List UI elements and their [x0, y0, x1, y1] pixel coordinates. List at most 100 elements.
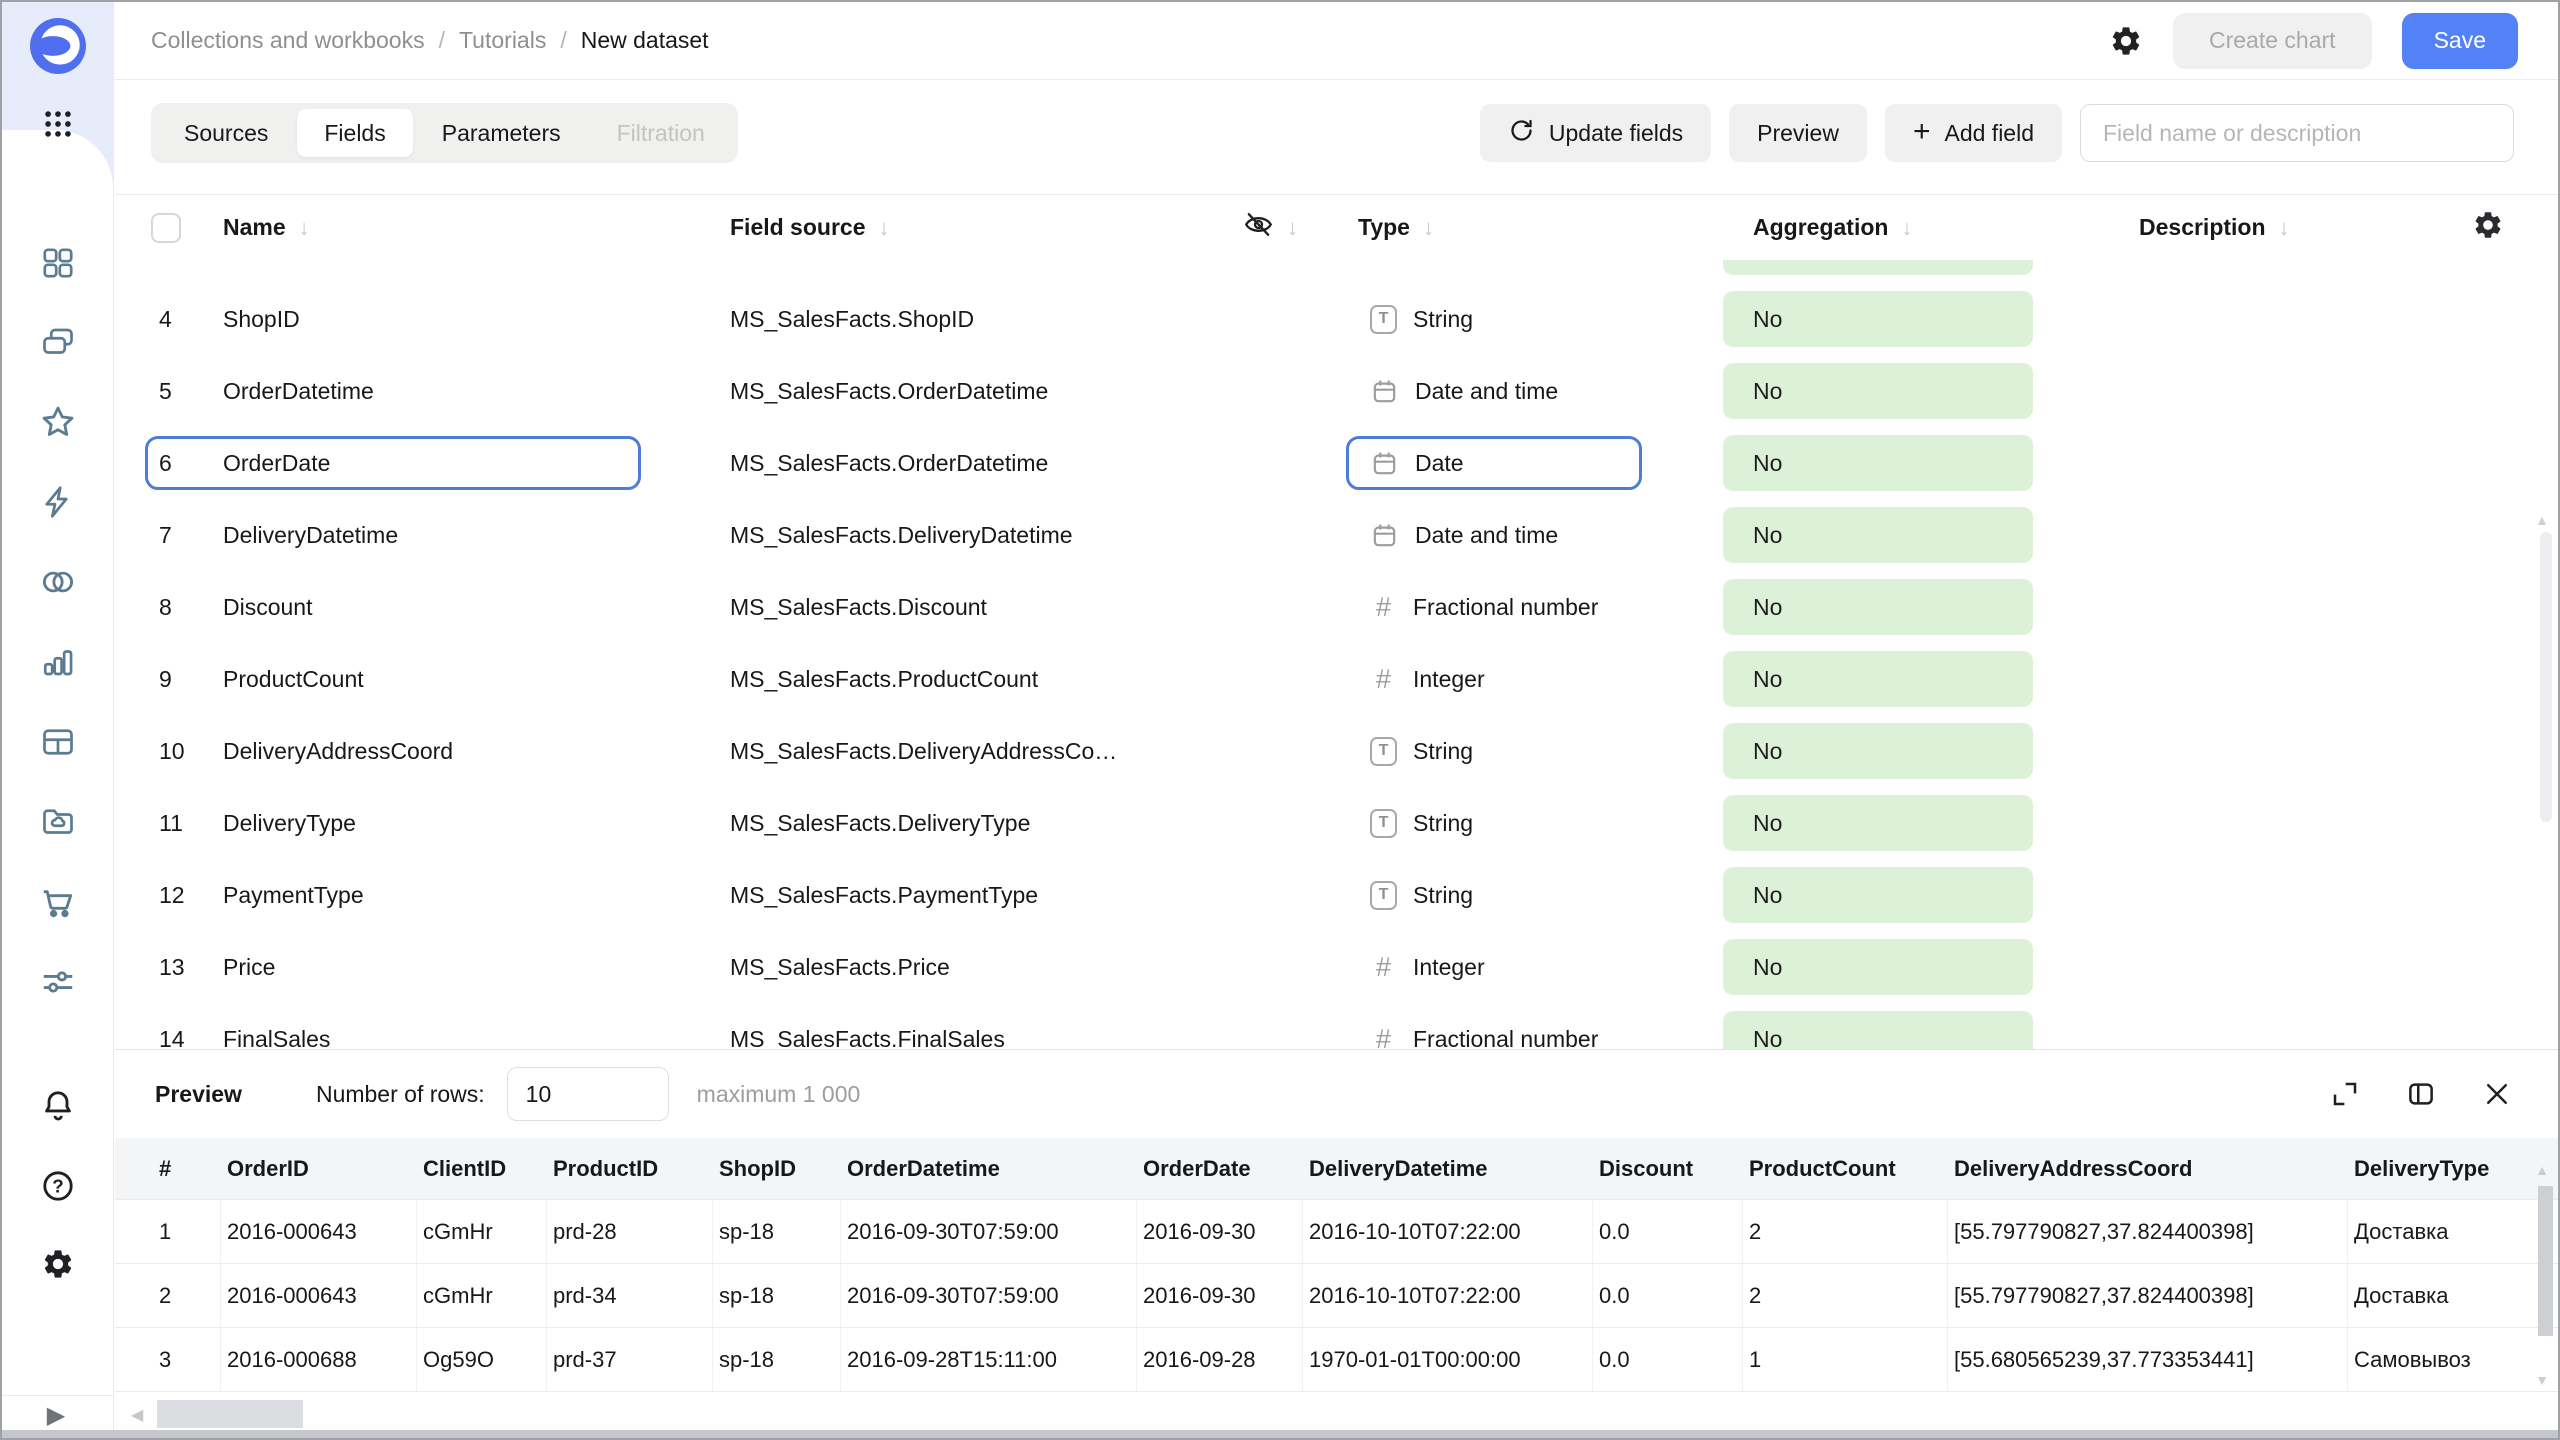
field-name[interactable]: DeliveryType — [223, 810, 730, 837]
column-header-type[interactable]: Type↓ — [1358, 214, 1703, 241]
preview-vertical-scrollbar[interactable] — [2538, 1186, 2553, 1336]
save-button[interactable]: Save — [2402, 13, 2518, 69]
field-type-select[interactable]: T String — [1358, 881, 1703, 910]
field-row[interactable]: 8 Discount MS_SalesFacts.Discount # Frac… — [115, 571, 2558, 643]
field-source[interactable]: MS_SalesFacts.OrderDatetime — [730, 378, 1243, 405]
aggregation-select[interactable]: No — [1723, 435, 2033, 491]
preview-col-header[interactable]: DeliveryAddressCoord — [1948, 1156, 2348, 1182]
settings-gear-icon[interactable] — [41, 1247, 75, 1281]
close-preview-icon[interactable] — [2482, 1079, 2512, 1109]
bolt-icon[interactable] — [40, 484, 76, 520]
tab-parameters[interactable]: Parameters — [415, 109, 588, 157]
fields-vertical-scrollbar[interactable] — [2540, 532, 2552, 822]
field-row[interactable]: 5 OrderDatetime MS_SalesFacts.OrderDatet… — [115, 355, 2558, 427]
field-type-select[interactable]: # Integer — [1358, 664, 1703, 695]
preview-col-header[interactable]: ProductID — [547, 1156, 713, 1182]
field-row[interactable]: 10 DeliveryAddressCoord MS_SalesFacts.De… — [115, 715, 2558, 787]
tab-fields[interactable]: Fields — [297, 109, 412, 157]
preview-col-header[interactable]: OrderDate — [1137, 1156, 1303, 1182]
field-name[interactable]: PaymentType — [223, 882, 730, 909]
preview-col-header[interactable]: ClientID — [417, 1156, 547, 1182]
field-source[interactable]: MS_SalesFacts.OrderDatetime — [730, 450, 1243, 477]
preview-col-header[interactable]: Discount — [1593, 1156, 1743, 1182]
expand-preview-icon[interactable] — [2330, 1079, 2360, 1109]
preview-col-header[interactable]: DeliveryType — [2348, 1156, 2558, 1182]
datalens-logo-icon[interactable] — [29, 17, 87, 75]
field-source[interactable]: MS_SalesFacts.ProductCount — [730, 666, 1243, 693]
field-source[interactable]: MS_SalesFacts.Discount — [730, 594, 1243, 621]
preview-horizontal-scrollbar[interactable]: ◀ — [115, 1397, 2558, 1431]
field-type-select[interactable]: T String — [1358, 737, 1703, 766]
aggregation-select[interactable]: No — [1723, 1011, 2033, 1049]
aggregation-select[interactable]: No — [1723, 939, 2033, 995]
circles-icon[interactable] — [39, 563, 77, 601]
aggregation-select[interactable]: No — [1723, 723, 2033, 779]
field-row[interactable]: 7 DeliveryDatetime MS_SalesFacts.Deliver… — [115, 499, 2558, 571]
field-type-select[interactable]: T String — [1358, 809, 1703, 838]
rows-count-input[interactable] — [507, 1067, 669, 1121]
cart-icon[interactable] — [39, 883, 77, 921]
dataset-settings-gear-icon[interactable] — [2109, 24, 2143, 58]
aggregation-select[interactable]: No — [1723, 867, 2033, 923]
add-field-button[interactable]: + Add field — [1885, 104, 2062, 162]
field-name[interactable]: ShopID — [223, 306, 730, 333]
field-source[interactable]: MS_SalesFacts.PaymentType — [730, 882, 1243, 909]
field-type-select[interactable]: Date and time — [1358, 521, 1703, 550]
preview-col-header[interactable]: # — [151, 1156, 221, 1182]
split-view-icon[interactable] — [2406, 1079, 2436, 1109]
field-row[interactable]: 12 PaymentType MS_SalesFacts.PaymentType… — [115, 859, 2558, 931]
scroll-down-icon[interactable]: ▼ — [2535, 1372, 2549, 1388]
field-source[interactable]: MS_SalesFacts.DeliveryAddressCo… — [730, 738, 1243, 765]
field-row[interactable]: 9 ProductCount MS_SalesFacts.ProductCoun… — [115, 643, 2558, 715]
preview-col-header[interactable]: OrderID — [221, 1156, 417, 1182]
table-icon[interactable] — [40, 724, 76, 760]
aggregation-select[interactable]: No — [1723, 363, 2033, 419]
folder-cloud-icon[interactable] — [40, 804, 76, 840]
field-type-select[interactable]: # Integer — [1358, 952, 1703, 983]
field-row[interactable]: 14 FinalSales MS_SalesFacts.FinalSales #… — [115, 1003, 2558, 1049]
aggregation-select[interactable]: No — [1723, 651, 2033, 707]
field-source[interactable]: MS_SalesFacts.DeliveryType — [730, 810, 1243, 837]
column-header-description[interactable]: Description↓ — [2083, 209, 2558, 247]
copies-icon[interactable] — [40, 324, 76, 360]
column-header-visibility[interactable]: ↓ — [1243, 209, 1358, 246]
field-name[interactable]: ProductCount — [223, 666, 730, 693]
field-source[interactable]: MS_SalesFacts.Price — [730, 954, 1243, 981]
field-type-select[interactable]: # Fractional number — [1358, 1024, 1703, 1050]
preview-col-header[interactable]: ProductCount — [1743, 1156, 1948, 1182]
all-services-grid-icon[interactable] — [41, 107, 75, 141]
preview-col-header[interactable]: ShopID — [713, 1156, 841, 1182]
scroll-left-icon[interactable]: ◀ — [131, 1405, 143, 1425]
field-type-select[interactable]: Date and time — [1358, 377, 1703, 406]
help-icon[interactable]: ? — [40, 1168, 76, 1204]
field-name[interactable]: Price — [223, 954, 730, 981]
horizontal-scrollbar-thumb[interactable] — [157, 1400, 303, 1428]
table-settings-gear-icon[interactable] — [2472, 209, 2504, 247]
field-row-selected[interactable]: 6 OrderDate MS_SalesFacts.OrderDatetime … — [115, 427, 2558, 499]
field-name[interactable]: OrderDatetime — [223, 378, 730, 405]
column-header-aggregation[interactable]: Aggregation↓ — [1703, 214, 2083, 241]
field-name[interactable]: DeliveryDatetime — [223, 522, 730, 549]
aggregation-select[interactable]: No — [1723, 795, 2033, 851]
scroll-up-icon[interactable]: ▲ — [2535, 1162, 2549, 1178]
field-type-select[interactable]: T String — [1358, 305, 1703, 334]
tab-sources[interactable]: Sources — [157, 109, 295, 157]
sliders-icon[interactable] — [39, 963, 77, 1001]
star-icon[interactable] — [39, 403, 77, 441]
field-name[interactable]: FinalSales — [223, 1026, 730, 1050]
create-chart-button[interactable]: Create chart — [2173, 13, 2372, 69]
field-name[interactable]: Discount — [223, 594, 730, 621]
breadcrumb-collections[interactable]: Collections and workbooks — [151, 27, 425, 54]
column-header-name[interactable]: Name↓ — [223, 214, 730, 241]
field-row[interactable]: 11 DeliveryType MS_SalesFacts.DeliveryTy… — [115, 787, 2558, 859]
scroll-up-icon[interactable]: ▲ — [2535, 512, 2549, 528]
preview-col-header[interactable]: OrderDatetime — [841, 1156, 1137, 1182]
field-row[interactable]: 4 ShopID MS_SalesFacts.ShopID T String N… — [115, 283, 2558, 355]
field-row[interactable]: 13 Price MS_SalesFacts.Price # Integer N… — [115, 931, 2558, 1003]
expand-sidebar-icon[interactable]: ▶ — [47, 1401, 65, 1430]
squares-icon[interactable] — [40, 245, 76, 281]
preview-col-header[interactable]: DeliveryDatetime — [1303, 1156, 1593, 1182]
aggregation-select[interactable]: No — [1723, 579, 2033, 635]
field-source[interactable]: MS_SalesFacts.DeliveryDatetime — [730, 522, 1243, 549]
bar-chart-icon[interactable] — [40, 644, 76, 680]
